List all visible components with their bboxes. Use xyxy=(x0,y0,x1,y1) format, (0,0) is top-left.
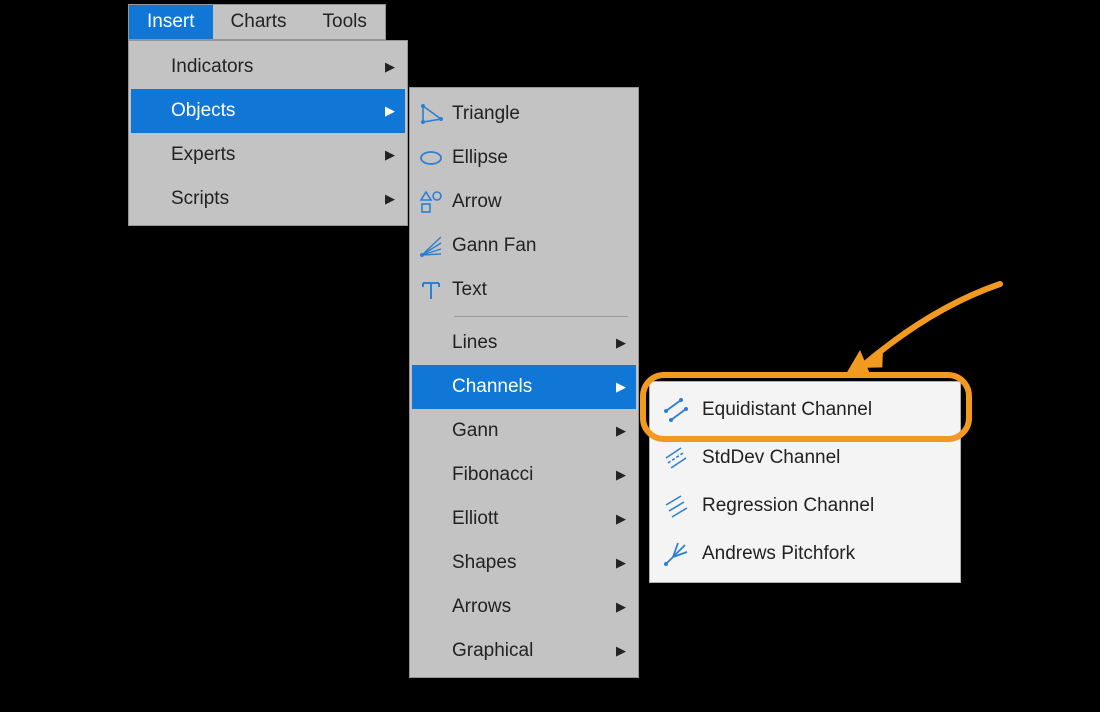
menu-item-text[interactable]: Text xyxy=(412,268,636,312)
menubar-label: Charts xyxy=(231,11,287,32)
menubar-label: Tools xyxy=(323,11,367,32)
triangle-icon xyxy=(412,102,450,126)
menu-item-fibonacci[interactable]: Fibonacci ▶ xyxy=(412,453,636,497)
chevron-right-icon: ▶ xyxy=(612,335,626,351)
menubar-item-charts[interactable]: Charts xyxy=(213,5,305,39)
menu-label: Andrews Pitchfork xyxy=(700,543,948,565)
chevron-right-icon: ▶ xyxy=(381,147,395,163)
menu-item-shapes[interactable]: Shapes ▶ xyxy=(412,541,636,585)
menu-label: Scripts xyxy=(169,188,381,210)
menu-item-elliott[interactable]: Elliott ▶ xyxy=(412,497,636,541)
menu-item-indicators[interactable]: Indicators ▶ xyxy=(131,45,405,89)
menu-separator xyxy=(454,316,628,317)
menu-label: Gann Fan xyxy=(450,235,626,257)
menu-label: Ellipse xyxy=(450,147,626,169)
menu-label: Gann xyxy=(450,420,612,442)
menu-objects: Triangle Ellipse Arrow Gann Fa xyxy=(409,87,639,678)
menu-label: Indicators xyxy=(169,56,381,78)
shapes-icon xyxy=(412,190,450,214)
equidistant-channel-icon xyxy=(652,397,700,423)
menu-label: Channels xyxy=(450,376,612,398)
gann-fan-icon xyxy=(412,234,450,258)
menu-item-equidistant-channel[interactable]: Equidistant Channel xyxy=(652,386,958,434)
menu-item-gann[interactable]: Gann ▶ xyxy=(412,409,636,453)
menu-item-experts[interactable]: Experts ▶ xyxy=(131,133,405,177)
menu-channels: Equidistant Channel StdDev Channel Regre… xyxy=(649,381,961,583)
chevron-right-icon: ▶ xyxy=(612,599,626,615)
menu-item-triangle[interactable]: Triangle xyxy=(412,92,636,136)
menu-label: Text xyxy=(450,279,626,301)
menu-item-graphical[interactable]: Graphical ▶ xyxy=(412,629,636,673)
menu-item-ellipse[interactable]: Ellipse xyxy=(412,136,636,180)
menu-label: Elliott xyxy=(450,508,612,530)
menu-item-lines[interactable]: Lines ▶ xyxy=(412,321,636,365)
menubar-item-insert[interactable]: Insert xyxy=(129,5,213,39)
chevron-right-icon: ▶ xyxy=(381,59,395,75)
chevron-right-icon: ▶ xyxy=(612,423,626,439)
regression-channel-icon xyxy=(652,493,700,519)
menu-label: Shapes xyxy=(450,552,612,574)
menu-item-channels[interactable]: Channels ▶ xyxy=(412,365,636,409)
callout-arrow-icon xyxy=(830,278,1010,398)
menu-item-arrow[interactable]: Arrow xyxy=(412,180,636,224)
menu-label: Equidistant Channel xyxy=(700,399,948,421)
chevron-right-icon: ▶ xyxy=(612,379,626,395)
ellipse-icon xyxy=(412,146,450,170)
chevron-right-icon: ▶ xyxy=(612,467,626,483)
menu-label: Triangle xyxy=(450,103,626,125)
menu-label: Objects xyxy=(169,100,381,122)
menu-label: Lines xyxy=(450,332,612,354)
menu-item-gann-fan[interactable]: Gann Fan xyxy=(412,224,636,268)
text-icon xyxy=(412,278,450,302)
menu-label: Regression Channel xyxy=(700,495,948,517)
menu-label: Arrow xyxy=(450,191,626,213)
menubar: Insert Charts Tools xyxy=(128,4,386,40)
menu-item-scripts[interactable]: Scripts ▶ xyxy=(131,177,405,221)
chevron-right-icon: ▶ xyxy=(381,191,395,207)
menu-label: Fibonacci xyxy=(450,464,612,486)
menubar-label: Insert xyxy=(147,11,195,32)
andrews-pitchfork-icon xyxy=(652,541,700,567)
menu-item-regression-channel[interactable]: Regression Channel xyxy=(652,482,958,530)
chevron-right-icon: ▶ xyxy=(612,555,626,571)
chevron-right-icon: ▶ xyxy=(612,643,626,659)
menu-label: Graphical xyxy=(450,640,612,662)
stddev-channel-icon xyxy=(652,445,700,471)
menu-label: Experts xyxy=(169,144,381,166)
menubar-item-tools[interactable]: Tools xyxy=(305,5,385,39)
chevron-right-icon: ▶ xyxy=(381,103,395,119)
menu-item-stddev-channel[interactable]: StdDev Channel xyxy=(652,434,958,482)
menu-item-arrows[interactable]: Arrows ▶ xyxy=(412,585,636,629)
chevron-right-icon: ▶ xyxy=(612,511,626,527)
menu-item-objects[interactable]: Objects ▶ xyxy=(131,89,405,133)
menu-label: StdDev Channel xyxy=(700,447,948,469)
menu-label: Arrows xyxy=(450,596,612,618)
menu-insert: Indicators ▶ Objects ▶ Experts ▶ Scripts… xyxy=(128,40,408,226)
menu-item-andrews-pitchfork[interactable]: Andrews Pitchfork xyxy=(652,530,958,578)
